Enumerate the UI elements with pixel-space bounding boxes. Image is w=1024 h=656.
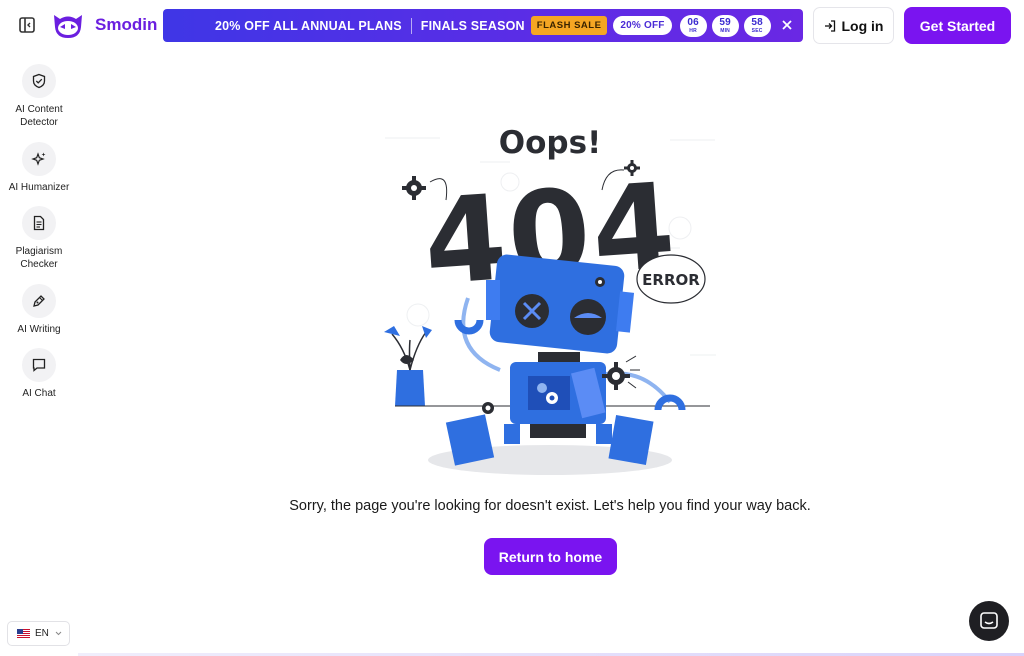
sidebar-item-ai-chat[interactable]: AI Chat: [0, 348, 78, 400]
brand-logo[interactable]: Smodin: [50, 9, 157, 41]
sidebar-item-ai-content-detector[interactable]: AI Content Detector: [0, 64, 78, 129]
error-404-illustration: Oops! 404 ERROR: [384, 125, 716, 475]
chat-icon: [22, 348, 56, 382]
login-label: Log in: [841, 17, 884, 34]
smodin-logo-icon: [54, 15, 82, 38]
countdown-timer: 06 HR 59 MIN 58 SEC: [679, 14, 771, 37]
sidebar-item-ai-writing[interactable]: AI Writing: [0, 284, 78, 336]
error-message: Sorry, the page you're looking for doesn…: [289, 498, 811, 514]
error-label: ERROR: [642, 271, 700, 289]
shield-check-icon: [22, 64, 56, 98]
timer-minutes: 59 MIN: [711, 14, 739, 37]
document-icon: [22, 206, 56, 240]
pen-icon: [22, 284, 56, 318]
login-button[interactable]: Log in: [813, 7, 894, 44]
sidebar-item-label: AI Writing: [17, 324, 61, 335]
plant-pot: [384, 326, 432, 406]
chat-bubble-icon: [980, 612, 998, 629]
login-icon: [824, 19, 835, 32]
promo-divider: [410, 17, 412, 34]
flash-sale-badge: FLASH SALE: [530, 16, 608, 35]
chevron-down-icon: [55, 631, 62, 636]
oops-heading: Oops!: [499, 125, 601, 161]
sparkles-icon: [22, 142, 56, 176]
sidebar-item-label: AI Chat: [22, 388, 56, 399]
return-home-button[interactable]: Return to home: [484, 538, 617, 575]
get-started-button[interactable]: Get Started: [904, 7, 1011, 44]
sidebar-item-label: AI Humanizer: [8, 182, 70, 193]
promo-banner[interactable]: 20% OFF ALL ANNUAL PLANS FINALS SEASON F…: [163, 9, 803, 42]
promo-text-annual: 20% OFF ALL ANNUAL PLANS: [215, 18, 402, 33]
sidebar-item-label: Plagiarism Checker: [15, 246, 63, 270]
brand-name: Smodin: [95, 15, 158, 34]
sidebar-item-plagiarism-checker[interactable]: Plagiarism Checker: [0, 206, 78, 271]
top-header: Smodin 20% OFF ALL ANNUAL PLANS FINALS S…: [0, 0, 1024, 52]
sidebar-item-label: AI Content Detector: [15, 104, 63, 128]
timer-seconds: 58 SEC: [743, 14, 771, 37]
sidebar-item-ai-humanizer[interactable]: AI Humanizer: [0, 142, 78, 194]
timer-hours: 06 HR: [679, 14, 707, 37]
us-flag-icon: [17, 629, 30, 638]
discount-badge: 20% OFF: [613, 16, 672, 35]
support-chat-button[interactable]: [969, 601, 1009, 641]
close-icon[interactable]: [781, 19, 793, 31]
language-value: EN: [35, 628, 49, 639]
sidebar-toggle-icon[interactable]: [18, 16, 36, 34]
language-selector[interactable]: EN: [7, 621, 70, 646]
promo-text-finals: FINALS SEASON: [420, 18, 525, 33]
